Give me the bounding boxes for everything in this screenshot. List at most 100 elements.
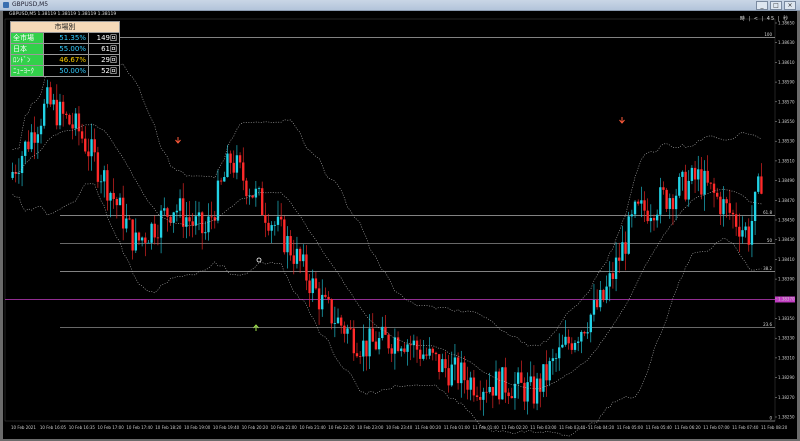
candle-body (529, 376, 532, 383)
candle-body (418, 349, 422, 359)
candle-body (365, 340, 368, 357)
candle-body (226, 153, 229, 178)
candle-body (302, 254, 305, 262)
chart-toolbar-right[interactable]: 時 | < | 45 | 秒 (740, 15, 789, 22)
close-button[interactable]: × (784, 1, 796, 10)
y-tick-label: 1.38470 (778, 198, 795, 203)
window-titlebar[interactable]: GBPUSD,M5 _ □ × (0, 0, 800, 11)
chart-area[interactable]: 100 61.8 50 38.2 23.6 0 1.38650 1.38630 1.38610 1… (3, 11, 797, 439)
candle-body (270, 225, 273, 231)
band-lower (12, 183, 762, 437)
candle-body (317, 288, 321, 310)
candle-body (333, 323, 337, 324)
x-tick-label: 10 Feb 17:40 (126, 425, 153, 430)
x-tick-label: 11 Feb 03:00 (530, 425, 557, 430)
candle-body (264, 215, 267, 223)
candle-body (118, 197, 122, 206)
candle-body (71, 124, 74, 129)
candle-body (472, 377, 476, 396)
candle-body (298, 248, 302, 262)
chart-info-line: GBPUSD,M5 1.38119 1.38119 1.38119 1.3811… (9, 12, 117, 17)
candle-body (172, 212, 175, 223)
candle-body (583, 331, 586, 334)
candle-body (753, 191, 757, 221)
candle-body (90, 139, 93, 157)
candle-body (103, 170, 106, 182)
candle-body (30, 132, 33, 150)
y-tick-label: 1.38410 (778, 257, 795, 262)
candle-body (77, 113, 81, 132)
candle-body (728, 203, 732, 213)
candle-body (387, 334, 390, 349)
candle-body (362, 340, 365, 357)
signal-circle-icon (256, 257, 262, 263)
candle-body (567, 336, 570, 344)
x-tick-label: 10 Feb 23:40 (386, 425, 413, 430)
candle-body (324, 294, 327, 297)
minimize-button[interactable]: _ (756, 1, 768, 10)
y-tick-label: 1.38310 (778, 355, 795, 360)
candle-body (741, 230, 744, 237)
y-tick-label: 1.38370 (778, 296, 795, 301)
stats-row-count: 52回 (88, 65, 120, 77)
candle-body (314, 278, 318, 289)
maximize-button[interactable]: □ (770, 1, 782, 10)
candle-body (520, 372, 523, 383)
candle-body (744, 226, 747, 231)
candle-body (507, 392, 510, 397)
candle-body (321, 294, 324, 310)
y-tick-label: 1.38290 (778, 375, 795, 380)
candle-body (216, 180, 220, 221)
candle-body (283, 219, 286, 253)
y-tick-label: 1.38350 (778, 316, 795, 321)
candle-body (156, 237, 160, 239)
candle-body (194, 216, 198, 226)
candle-body (223, 177, 226, 182)
level-label: 61.8 (763, 210, 772, 215)
candle-body (643, 200, 646, 211)
candle-body (485, 391, 488, 393)
stats-row: ﾆｭｰﾖｰｸ 50.00% 52回 (10, 65, 120, 77)
x-tick-label: 11 Feb 02:20 (501, 425, 528, 430)
x-tick-label: 10 Feb 19:00 (184, 425, 211, 430)
candle-body (52, 99, 55, 105)
candle-body (539, 378, 542, 392)
y-tick-label: 1.38450 (778, 218, 795, 223)
candle-body (450, 364, 453, 386)
candle-body (618, 257, 621, 261)
candle-body (242, 162, 245, 181)
candle-body (58, 101, 62, 126)
candle-body (605, 286, 608, 301)
candle-body (551, 358, 555, 362)
candle-body (254, 188, 258, 198)
candle-body (687, 180, 690, 200)
candle-body (731, 212, 735, 215)
candle-body (646, 210, 649, 222)
candle-body (576, 341, 580, 343)
candle-body (65, 113, 68, 115)
candle-body (655, 214, 659, 221)
level-label: 0 (769, 416, 772, 421)
y-tick-label: 1.38270 (778, 395, 795, 400)
sell-arrow-icon (619, 117, 625, 124)
candle-body (109, 192, 112, 201)
level-label: 100 (764, 32, 772, 37)
candle-body (178, 198, 182, 211)
window-title: GBPUSD,M5 (12, 1, 49, 8)
candle-body (690, 167, 694, 181)
candle-body (229, 153, 232, 163)
level-label: 23.6 (763, 322, 772, 327)
y-tick-label: 1.38490 (778, 178, 795, 183)
candle-body (169, 216, 172, 223)
x-tick-label: 10 Feb 18:20 (155, 425, 182, 430)
y-tick-label: 1.38250 (778, 415, 795, 420)
x-tick-label: 10 Feb 19:40 (213, 425, 240, 430)
candle-body (659, 187, 662, 215)
candle-body (649, 217, 653, 222)
candle-body (589, 314, 592, 333)
candle-body (390, 348, 393, 354)
price-chart[interactable]: 10061.85038.223.601.386501.386301.386101… (3, 11, 797, 439)
candle-body (611, 273, 615, 279)
stats-header: 市場別 (10, 21, 120, 33)
candle-body (121, 197, 125, 229)
